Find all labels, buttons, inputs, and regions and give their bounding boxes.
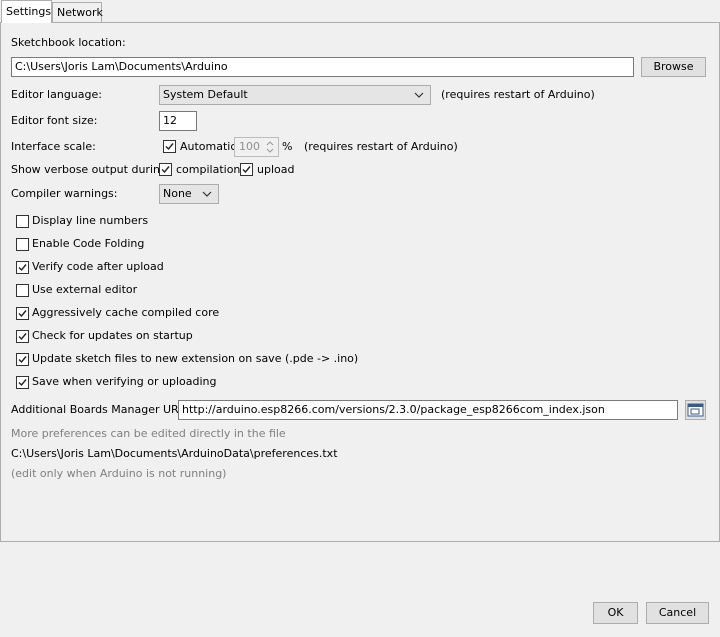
cancel-button[interactable]: Cancel (646, 602, 709, 624)
tab-settings[interactable]: Settings (1, 0, 52, 23)
check-icon (18, 264, 27, 272)
check-icon (165, 143, 174, 151)
chevron-down-icon (414, 92, 424, 98)
boards-urls-label: Additional Boards Manager URLs: (11, 403, 195, 416)
editor-language-value: System Default (163, 88, 248, 101)
option-checkbox[interactable] (16, 330, 29, 343)
automatic-checkbox[interactable] (163, 140, 176, 153)
interface-scale-note: (requires restart of Arduino) (304, 140, 458, 153)
prefs-path[interactable]: C:\Users\Joris Lam\Documents\ArduinoData… (11, 447, 338, 461)
sketchbook-label: Sketchbook location: (11, 36, 126, 49)
option-checkbox[interactable] (16, 376, 29, 389)
compilation-checkbox[interactable] (159, 163, 172, 176)
editor-language-select[interactable]: System Default (159, 85, 431, 105)
font-size-label: Editor font size: (11, 114, 98, 127)
interface-scale-value: 100 (239, 140, 260, 153)
editor-language-label: Editor language: (11, 88, 102, 101)
edit-urls-button[interactable] (685, 400, 706, 420)
window-icon (687, 403, 704, 417)
option-label: Enable Code Folding (32, 237, 145, 250)
tab-network-label: Network (57, 6, 103, 19)
check-icon (242, 166, 251, 174)
more-prefs-text: More preferences can be edited directly … (11, 427, 286, 440)
compiler-warnings-value: None (163, 187, 192, 200)
option-label: Save when verifying or uploading (32, 375, 217, 388)
interface-scale-spinner[interactable]: 100 (234, 137, 279, 157)
option-label: Use external editor (32, 283, 138, 296)
upload-checkbox[interactable] (240, 163, 253, 176)
chevron-down-icon (202, 191, 212, 197)
sketchbook-location-field[interactable]: C:\Users\Joris Lam\Documents\Arduino (11, 57, 634, 77)
option-checkbox[interactable] (16, 284, 29, 297)
tab-network[interactable]: Network (52, 2, 103, 22)
option-checkbox[interactable] (16, 238, 29, 251)
verbose-label: Show verbose output during: (11, 163, 171, 176)
boards-urls-field[interactable]: http://arduino.esp8266.com/versions/2.3.… (178, 400, 678, 420)
compiler-warnings-label: Compiler warnings: (11, 187, 118, 200)
font-size-field[interactable]: 12 (159, 111, 197, 131)
option-checkbox[interactable] (16, 353, 29, 366)
ok-button[interactable]: OK (593, 602, 638, 624)
check-icon (18, 356, 27, 364)
interface-scale-unit: % (282, 140, 293, 153)
editor-language-note: (requires restart of Arduino) (441, 88, 595, 101)
option-checkbox[interactable] (16, 261, 29, 274)
check-icon (18, 310, 27, 318)
compiler-warnings-select[interactable]: None (159, 184, 219, 204)
option-checkbox[interactable] (16, 307, 29, 320)
option-label: Display line numbers (32, 214, 149, 227)
check-icon (161, 166, 170, 174)
automatic-label: Automatic (180, 140, 237, 153)
upload-label: upload (257, 163, 295, 176)
check-icon (18, 379, 27, 387)
option-label: Verify code after upload (32, 260, 164, 273)
option-label: Update sketch files to new extension on … (32, 352, 359, 365)
interface-scale-label: Interface scale: (11, 140, 96, 153)
browse-button[interactable]: Browse (641, 57, 706, 77)
option-checkbox[interactable] (16, 215, 29, 228)
check-icon (18, 333, 27, 341)
tab-settings-label: Settings (6, 5, 52, 18)
compilation-label: compilation (176, 163, 241, 176)
option-label: Check for updates on startup (32, 329, 193, 342)
option-label: Aggressively cache compiled core (32, 306, 220, 319)
spinner-arrows-icon (266, 141, 274, 153)
edit-note: (edit only when Arduino is not running) (11, 467, 227, 480)
